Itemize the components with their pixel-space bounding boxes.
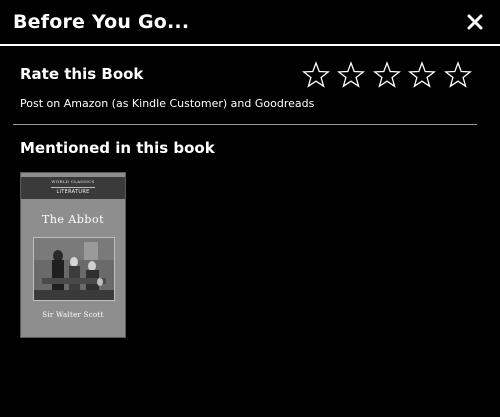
cover-title: The Abbot xyxy=(42,213,104,226)
cover-painting-image xyxy=(34,238,114,300)
star-5-button[interactable] xyxy=(440,60,476,90)
cover-series-label: WORLD CLASSICS xyxy=(51,179,95,184)
header-divider xyxy=(0,44,500,46)
book-cover-the-abbot[interactable]: WORLD CLASSICS LITERATURE The Abbot Sir … xyxy=(20,172,126,338)
close-x-icon xyxy=(467,14,483,30)
section-divider xyxy=(13,124,477,125)
star-2-button[interactable] xyxy=(334,60,370,90)
rate-section-title: Rate this Book xyxy=(20,65,144,83)
page-title: Before You Go... xyxy=(13,11,190,33)
mentioned-section-title: Mentioned in this book xyxy=(20,139,215,157)
star-outline-icon xyxy=(301,61,330,88)
rate-section-subtitle: Post on Amazon (as Kindle Customer) and … xyxy=(20,97,315,110)
cover-illustration xyxy=(33,237,115,301)
close-button[interactable] xyxy=(462,9,488,35)
star-4-button[interactable] xyxy=(405,60,441,90)
star-outline-icon xyxy=(372,61,401,88)
cover-band-divider xyxy=(51,187,95,188)
star-outline-icon xyxy=(337,61,366,88)
star-rating xyxy=(298,60,476,90)
star-outline-icon xyxy=(443,61,472,88)
star-3-button[interactable] xyxy=(369,60,405,90)
header-bar: Before You Go... xyxy=(0,0,500,44)
cover-category-label: LITERATURE xyxy=(56,189,90,195)
cover-author: Sir Walter Scott xyxy=(42,311,104,319)
star-1-button[interactable] xyxy=(298,60,334,90)
star-outline-icon xyxy=(408,61,437,88)
